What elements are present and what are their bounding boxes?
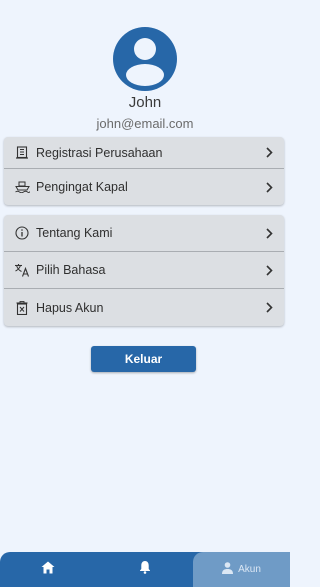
- user-email: john@email.com: [96, 116, 194, 131]
- menu-card-secondary: Tentang Kami Pilih Bahasa Hapus Akun: [4, 215, 284, 326]
- info-icon: [14, 225, 30, 241]
- nav-home[interactable]: [0, 552, 97, 587]
- menu-item-label: Registrasi Perusahaan: [36, 145, 163, 160]
- user-avatar-icon: [113, 27, 177, 91]
- menu-item-hapus-akun[interactable]: Hapus Akun: [4, 289, 284, 326]
- menu-item-label: Hapus Akun: [36, 300, 104, 315]
- nav-notifications[interactable]: [97, 552, 194, 587]
- chevron-right-icon: [264, 180, 274, 194]
- nav-account[interactable]: Akun: [193, 552, 290, 587]
- translate-icon: [14, 262, 30, 278]
- bell-icon: [139, 560, 151, 579]
- chevron-right-icon: [264, 226, 274, 240]
- ship-icon: [14, 179, 30, 195]
- logout-button[interactable]: Keluar: [91, 346, 196, 372]
- menu-item-registrasi-perusahaan[interactable]: Registrasi Perusahaan: [4, 137, 284, 169]
- menu-item-label: Pengingat Kapal: [36, 180, 128, 194]
- person-icon: [222, 561, 234, 579]
- menu-item-label: Tentang Kami: [36, 226, 113, 240]
- chevron-right-icon: [264, 263, 274, 277]
- menu-item-tentang-kami[interactable]: Tentang Kami: [4, 215, 284, 252]
- building-icon: [14, 145, 30, 161]
- nav-account-label: Akun: [238, 564, 261, 575]
- home-icon: [41, 561, 55, 579]
- user-name: John: [128, 94, 162, 111]
- menu-item-pilih-bahasa[interactable]: Pilih Bahasa: [4, 252, 284, 289]
- menu-card-primary: Registrasi Perusahaan Pengingat Kapal: [4, 137, 284, 205]
- menu-item-label: Pilih Bahasa: [36, 263, 106, 277]
- menu-item-pengingat-kapal[interactable]: Pengingat Kapal: [4, 169, 284, 205]
- chevron-right-icon: [264, 146, 274, 160]
- profile-header: John john@email.com: [0, 27, 290, 131]
- chevron-right-icon: [264, 301, 274, 315]
- delete-icon: [14, 300, 30, 316]
- bottom-navigation: Akun: [0, 552, 290, 587]
